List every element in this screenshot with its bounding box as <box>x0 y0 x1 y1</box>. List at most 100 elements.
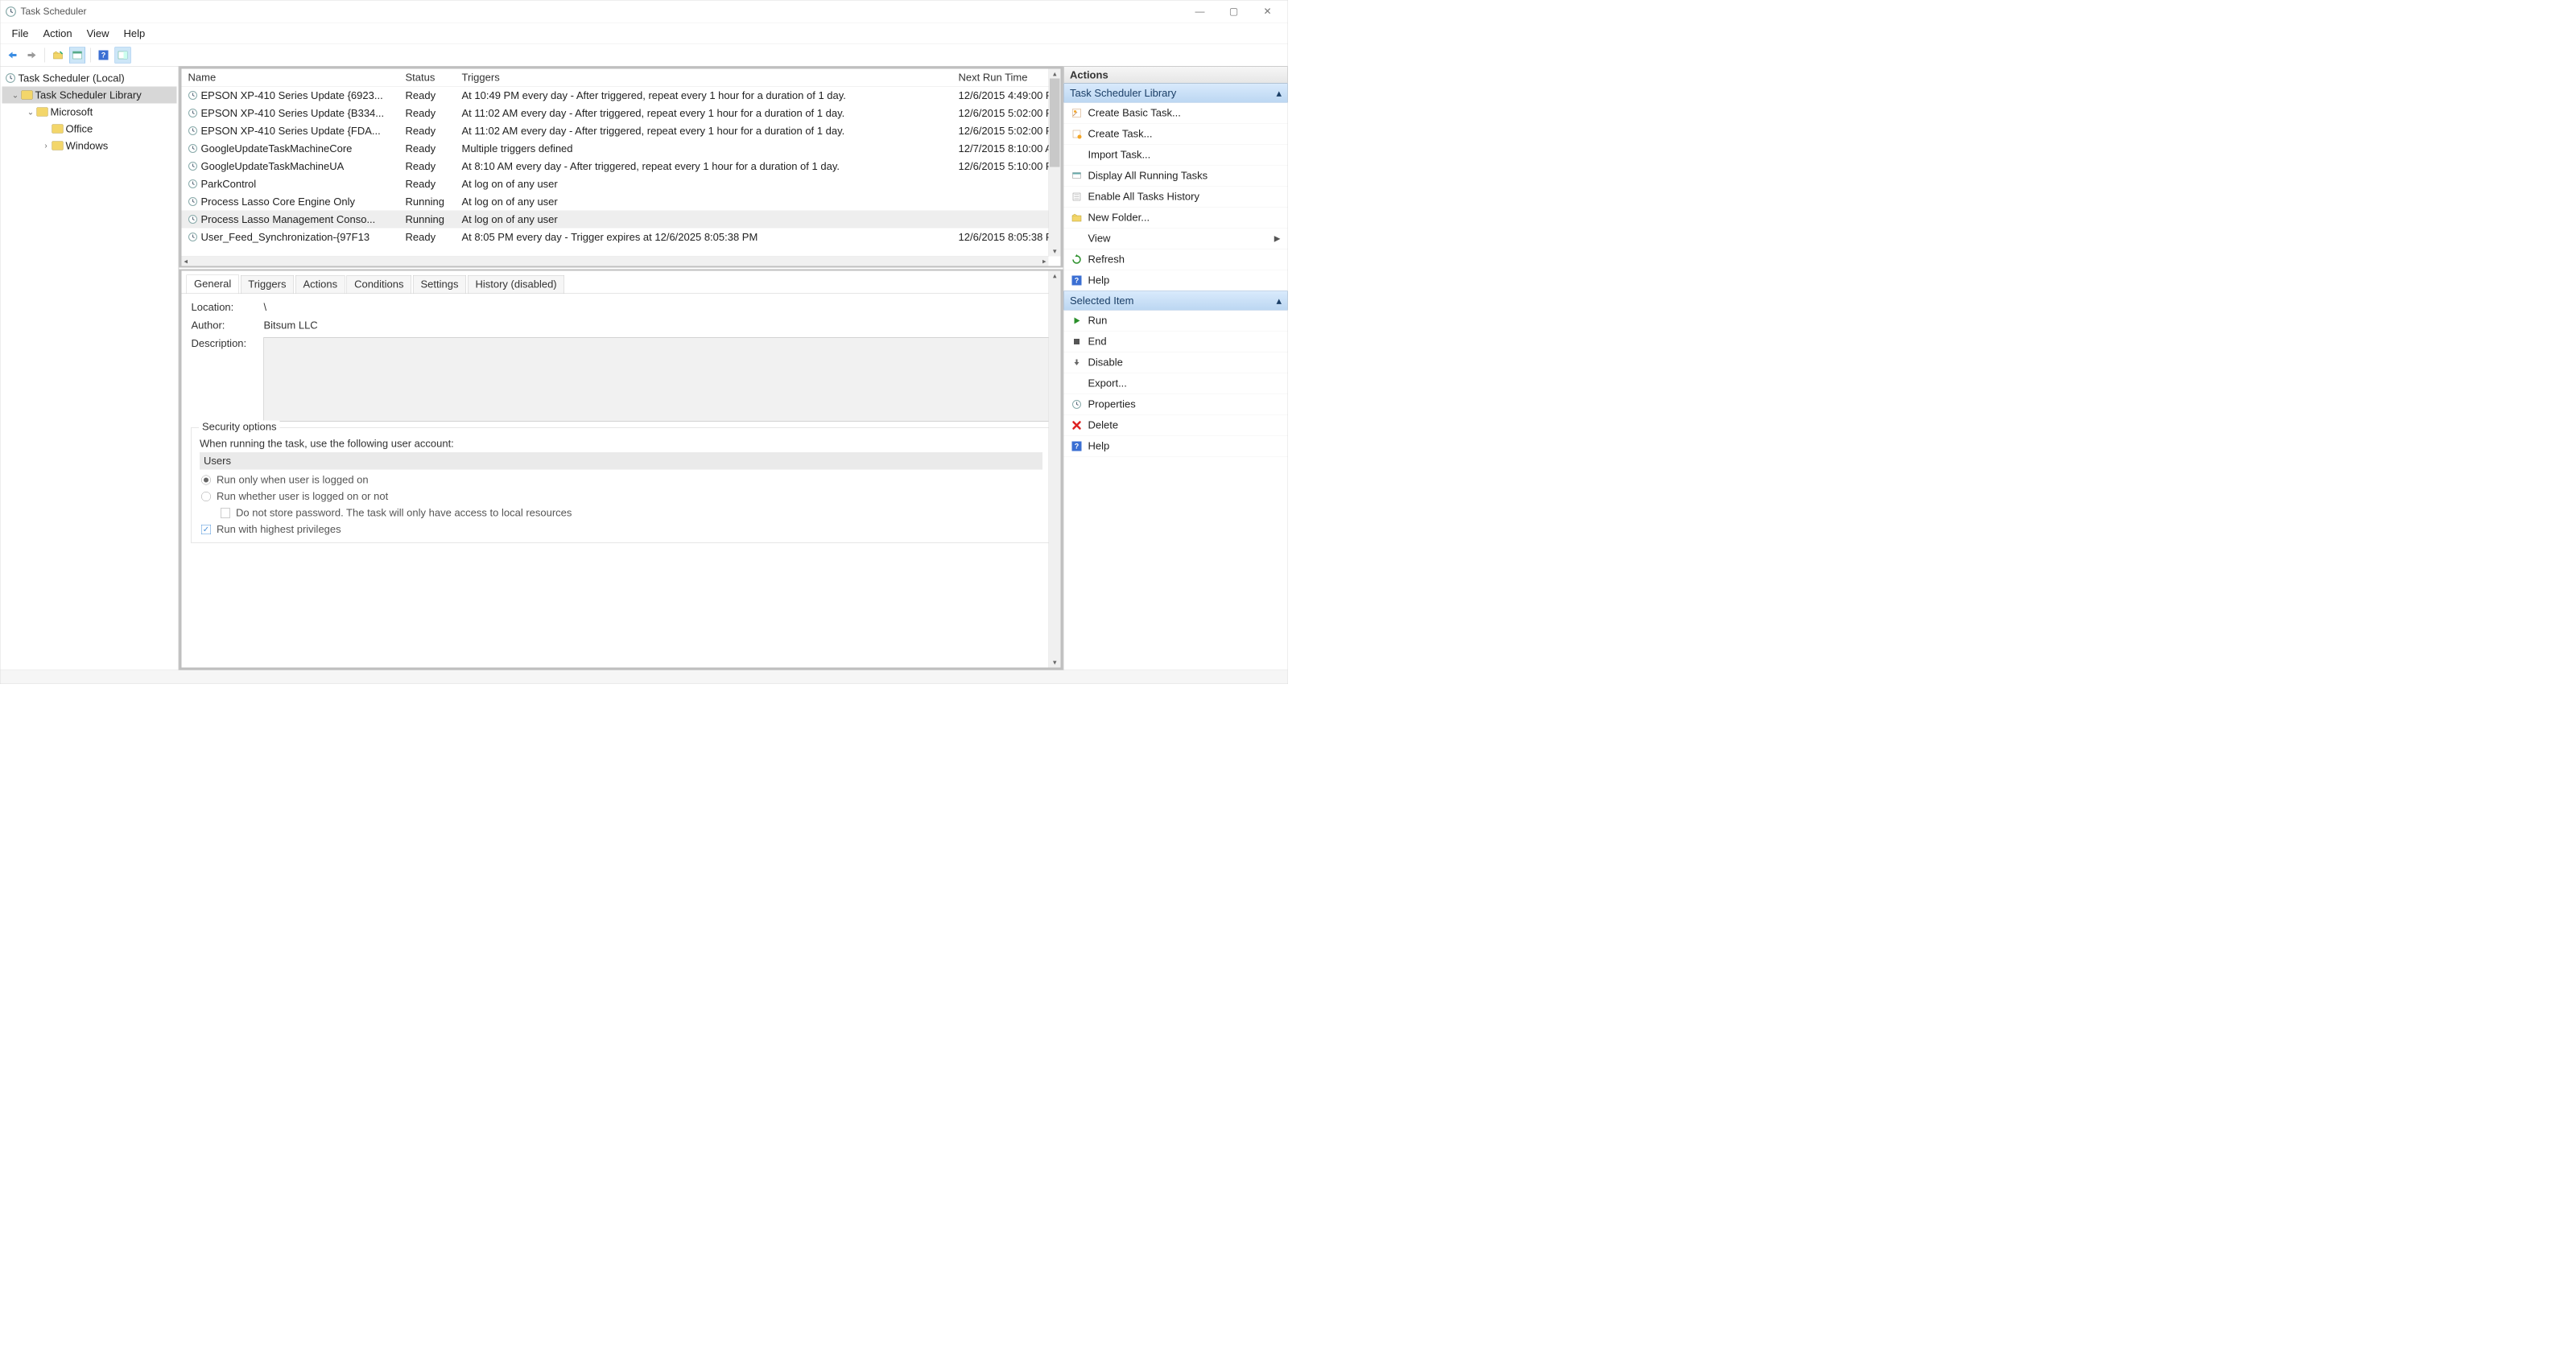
task-trigger: Multiple triggers defined <box>456 142 952 155</box>
action-new-folder[interactable]: New Folder... <box>1064 208 1288 229</box>
clock-icon <box>188 162 198 171</box>
menu-file[interactable]: File <box>12 27 29 40</box>
action-properties[interactable]: Properties <box>1064 394 1288 415</box>
checkbox-icon <box>221 508 230 517</box>
task-row[interactable]: EPSON XP-410 Series Update {B334...Ready… <box>182 105 1061 122</box>
collapse-icon: ▴ <box>1276 295 1282 307</box>
task-status: Ready <box>399 142 456 155</box>
display-icon <box>1071 170 1083 181</box>
action-import-task[interactable]: Import Task... <box>1064 145 1288 166</box>
opt-no-password[interactable]: Do not store password. The task will onl… <box>221 507 1042 520</box>
opt-logged-off[interactable]: Run whether user is logged on or not <box>201 490 1042 503</box>
action-display-all-running-tasks[interactable]: Display All Running Tasks <box>1064 166 1288 187</box>
toolbar-folder-button[interactable] <box>50 47 66 64</box>
task-row[interactable]: Process Lasso Management Conso...Running… <box>182 211 1061 229</box>
task-row[interactable]: EPSON XP-410 Series Update {FDA...ReadyA… <box>182 122 1061 140</box>
description-label: Description: <box>192 337 264 350</box>
tab-triggers[interactable]: Triggers <box>241 275 294 294</box>
col-status[interactable]: Status <box>399 72 456 84</box>
description-input[interactable] <box>264 337 1051 422</box>
action-delete[interactable]: Delete <box>1064 415 1288 436</box>
toolbar-help-button[interactable]: ? <box>96 47 112 64</box>
clock-icon <box>188 144 198 154</box>
close-button[interactable]: ✕ <box>1261 6 1275 18</box>
props-icon <box>1071 398 1083 410</box>
menu-help[interactable]: Help <box>124 27 146 40</box>
task-name: GoogleUpdateTaskMachineUA <box>201 160 345 173</box>
vertical-scrollbar[interactable]: ▴ ▾ <box>1049 271 1061 668</box>
vertical-scrollbar[interactable]: ▴ ▾ <box>1049 69 1061 257</box>
scroll-down-icon[interactable]: ▾ <box>1049 247 1061 256</box>
col-next[interactable]: Next Run Time <box>952 72 1061 84</box>
toolbar-pane-button[interactable] <box>69 47 85 64</box>
scroll-up-icon[interactable]: ▴ <box>1049 70 1061 79</box>
actions-section-library[interactable]: Task Scheduler Library ▴ <box>1064 84 1288 103</box>
scroll-down-icon[interactable]: ▾ <box>1049 658 1061 667</box>
actions-header: Actions <box>1064 67 1288 84</box>
task-trigger: At log on of any user <box>456 196 952 208</box>
security-account: Users <box>200 452 1042 470</box>
back-button[interactable] <box>5 47 21 64</box>
menu-action[interactable]: Action <box>43 27 72 40</box>
menu-view[interactable]: View <box>87 27 109 40</box>
action-view[interactable]: View▶ <box>1064 229 1288 249</box>
tab-general[interactable]: General <box>187 275 239 295</box>
action-disable[interactable]: Disable <box>1064 352 1288 373</box>
task-row[interactable]: Process Lasso Core Engine OnlyRunningAt … <box>182 193 1061 211</box>
task-row[interactable]: EPSON XP-410 Series Update {6923...Ready… <box>182 87 1061 105</box>
tree-office[interactable]: Office <box>2 121 177 138</box>
tab-actions[interactable]: Actions <box>295 275 345 294</box>
tab-settings[interactable]: Settings <box>413 275 466 294</box>
action-create-basic-task[interactable]: Create Basic Task... <box>1064 103 1288 124</box>
task-trigger: At log on of any user <box>456 178 952 191</box>
action-refresh[interactable]: Refresh <box>1064 249 1288 270</box>
action-run[interactable]: Run <box>1064 311 1288 332</box>
maximize-button[interactable]: ▢ <box>1227 6 1241 18</box>
forward-button[interactable] <box>24 47 40 64</box>
security-prompt: When running the task, use the following… <box>200 438 1042 451</box>
actions-section-selected[interactable]: Selected Item ▴ <box>1064 291 1288 311</box>
opt-highest-priv[interactable]: Run with highest privileges <box>201 523 1042 536</box>
task-row[interactable]: User_Feed_Synchronization-{97F13ReadyAt … <box>182 229 1061 246</box>
action-help[interactable]: ?Help <box>1064 270 1288 291</box>
toolbar-actions-pane-button[interactable] <box>115 47 131 64</box>
action-label: Create Task... <box>1088 128 1153 141</box>
task-row[interactable]: GoogleUpdateTaskMachineCoreReadyMultiple… <box>182 140 1061 158</box>
col-name[interactable]: Name <box>182 72 399 84</box>
task-next-run: 12/6/2015 5:02:00 P <box>952 107 1061 120</box>
tree-windows[interactable]: › Windows <box>2 138 177 155</box>
action-export[interactable]: Export... <box>1064 373 1288 394</box>
svg-text:?: ? <box>101 52 106 60</box>
opt-logged-on[interactable]: Run only when user is logged on <box>201 474 1042 487</box>
blank-icon <box>1071 233 1083 244</box>
task-row[interactable]: ParkControlReadyAt log on of any user <box>182 175 1061 193</box>
action-end[interactable]: End <box>1064 332 1288 352</box>
tree-root[interactable]: Task Scheduler (Local) <box>2 70 177 87</box>
action-label: Display All Running Tasks <box>1088 170 1208 183</box>
clock-icon <box>6 73 16 84</box>
tab-history[interactable]: History (disabled) <box>468 275 564 294</box>
clock-icon <box>188 215 198 225</box>
svg-text:?: ? <box>1075 442 1080 450</box>
folder-icon <box>52 125 64 134</box>
chevron-right-icon: ▶ <box>1274 233 1281 244</box>
col-triggers[interactable]: Triggers <box>456 72 952 84</box>
task-row[interactable]: GoogleUpdateTaskMachineUAReadyAt 8:10 AM… <box>182 158 1061 175</box>
wizard-icon <box>1071 107 1083 118</box>
folder-icon <box>52 142 64 150</box>
task-status: Ready <box>399 89 456 102</box>
action-help[interactable]: ?Help <box>1064 436 1288 457</box>
toolbar: ? <box>1 44 1288 67</box>
tab-conditions[interactable]: Conditions <box>347 275 411 294</box>
action-label: Help <box>1088 274 1110 287</box>
horizontal-scrollbar[interactable]: ◂▸ <box>182 257 1049 266</box>
scroll-up-icon[interactable]: ▴ <box>1049 272 1061 281</box>
clock-icon <box>188 109 198 118</box>
tree-microsoft[interactable]: ⌄ Microsoft <box>2 104 177 121</box>
tree-library[interactable]: ⌄ Task Scheduler Library <box>2 87 177 104</box>
action-label: Export... <box>1088 377 1127 390</box>
minimize-button[interactable]: — <box>1193 6 1208 17</box>
task-status: Ready <box>399 231 456 244</box>
action-create-task[interactable]: Create Task... <box>1064 124 1288 145</box>
action-enable-all-tasks-history[interactable]: Enable All Tasks History <box>1064 187 1288 208</box>
